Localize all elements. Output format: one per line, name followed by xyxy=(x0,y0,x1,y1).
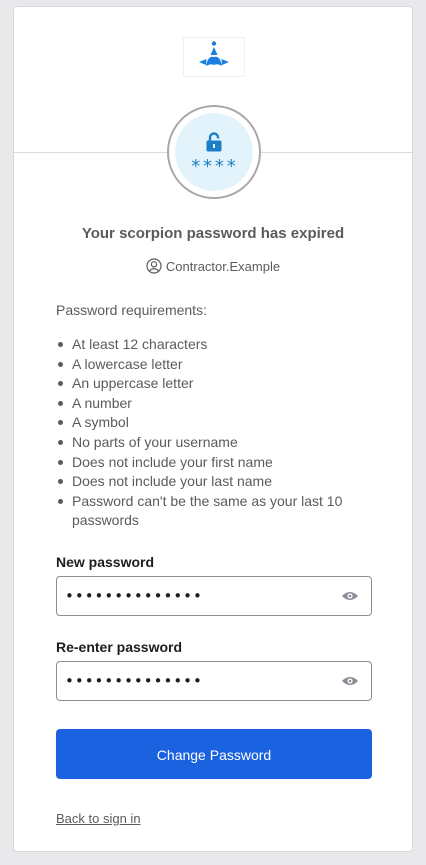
page-title: Your scorpion password has expired xyxy=(81,225,345,242)
requirement-item: At least 12 characters xyxy=(56,335,376,355)
user-identifier: Contractor.Example xyxy=(14,258,412,274)
requirement-item: A number xyxy=(56,394,376,414)
username: Contractor.Example xyxy=(165,259,281,274)
requirement-item: Password can't be the same as your last … xyxy=(56,492,376,531)
requirement-item: A symbol xyxy=(56,413,376,433)
eye-icon[interactable] xyxy=(341,589,359,603)
unlocked-padlock-icon xyxy=(206,132,222,152)
reenter-password-input[interactable] xyxy=(65,662,325,700)
logo xyxy=(183,37,245,77)
requirements-list: At least 12 characters A lowercase lette… xyxy=(56,335,376,531)
reenter-password-label: Re-enter password xyxy=(56,639,183,655)
change-password-button[interactable]: Change Password xyxy=(56,729,372,779)
reenter-password-field[interactable] xyxy=(56,661,372,701)
requirement-item: No parts of your username xyxy=(56,433,376,453)
scorpion-logo-icon xyxy=(199,41,229,66)
requirement-item: Does not include your first name xyxy=(56,453,376,473)
new-password-field[interactable] xyxy=(56,576,372,616)
back-to-sign-in-link[interactable]: Back to sign in xyxy=(56,811,141,826)
requirement-item: An uppercase letter xyxy=(56,374,376,394)
user-circle-icon xyxy=(146,258,162,274)
password-badge: **** xyxy=(167,105,261,199)
requirement-item: Does not include your last name xyxy=(56,472,376,492)
new-password-label: New password xyxy=(56,554,155,570)
password-expired-card: **** Your scorpion password has expired … xyxy=(13,6,413,852)
requirements-label: Password requirements: xyxy=(56,302,207,318)
eye-icon[interactable] xyxy=(341,674,359,688)
new-password-input[interactable] xyxy=(65,577,325,615)
password-mask-stars: **** xyxy=(190,156,238,177)
requirement-item: A lowercase letter xyxy=(56,355,376,375)
